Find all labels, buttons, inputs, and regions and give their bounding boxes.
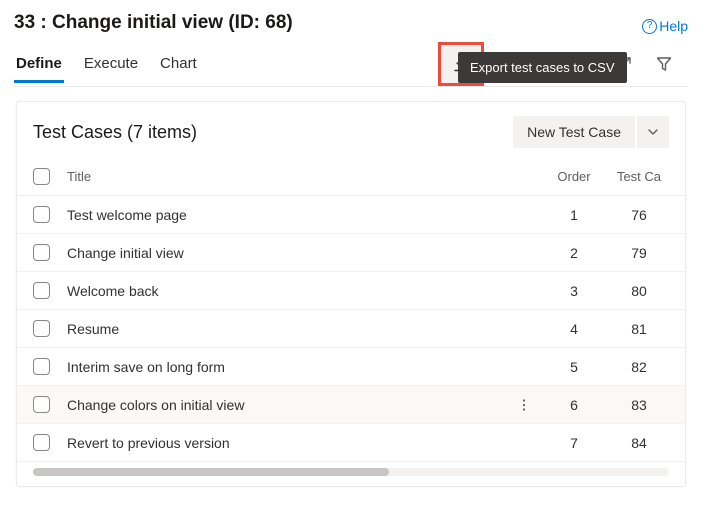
- tab-define[interactable]: Define: [14, 47, 64, 82]
- page-title: 33 : Change initial view (ID: 68): [14, 12, 293, 34]
- export-csv-button[interactable]: [438, 42, 484, 86]
- download-icon: [453, 56, 469, 72]
- row-checkbox[interactable]: [33, 244, 50, 261]
- table-row[interactable]: Resume481: [17, 310, 685, 348]
- row-order: 1: [539, 207, 609, 223]
- help-label: Help: [659, 18, 688, 34]
- row-order: 4: [539, 321, 609, 337]
- row-checkbox[interactable]: [33, 282, 50, 299]
- table-row[interactable]: Revert to previous version784: [17, 424, 685, 462]
- table-row[interactable]: Test welcome page176: [17, 196, 685, 234]
- row-test-case-id: 80: [609, 283, 669, 299]
- row-order: 5: [539, 359, 609, 375]
- row-title: Change colors on initial view: [67, 397, 539, 413]
- test-cases-panel: Test Cases (7 items) New Test Case Title…: [16, 101, 686, 487]
- column-header-testcase[interactable]: Test Ca: [609, 169, 669, 184]
- row-checkbox[interactable]: [33, 320, 50, 337]
- grid-icon: [536, 56, 552, 72]
- row-checkbox[interactable]: [33, 396, 50, 413]
- horizontal-scrollbar-thumb[interactable]: [33, 468, 389, 476]
- row-order: 6: [539, 397, 609, 413]
- row-test-case-id: 79: [609, 245, 669, 261]
- row-order: 7: [539, 435, 609, 451]
- row-checkbox[interactable]: [33, 358, 50, 375]
- filter-button[interactable]: [644, 45, 684, 83]
- select-all-checkbox[interactable]: [33, 168, 50, 185]
- columns-edit-icon: [575, 56, 593, 72]
- row-title: Change initial view: [67, 245, 539, 261]
- row-test-case-id: 76: [609, 207, 669, 223]
- expand-icon: [616, 56, 632, 72]
- row-checkbox[interactable]: [33, 434, 50, 451]
- new-test-case-dropdown[interactable]: [637, 116, 669, 148]
- table-header: Title Order Test Ca: [17, 158, 685, 196]
- row-title: Welcome back: [67, 283, 539, 299]
- filter-icon: [656, 56, 672, 72]
- table-row[interactable]: Welcome back380: [17, 272, 685, 310]
- table-row[interactable]: Change initial view279: [17, 234, 685, 272]
- row-order: 3: [539, 283, 609, 299]
- grid-view-button[interactable]: [524, 45, 564, 83]
- row-title: Revert to previous version: [67, 435, 539, 451]
- tab-execute[interactable]: Execute: [82, 47, 140, 82]
- row-more-button[interactable]: [517, 398, 535, 412]
- row-test-case-id: 81: [609, 321, 669, 337]
- row-title: Interim save on long form: [67, 359, 539, 375]
- row-test-case-id: 84: [609, 435, 669, 451]
- panel-title: Test Cases (7 items): [33, 122, 197, 143]
- tab-chart[interactable]: Chart: [158, 47, 199, 82]
- row-test-case-id: 83: [609, 397, 669, 413]
- table-row[interactable]: Change colors on initial view683: [17, 386, 685, 424]
- help-link[interactable]: ? Help: [642, 18, 688, 34]
- upload-icon: [496, 56, 512, 72]
- row-title: Test welcome page: [67, 207, 539, 223]
- horizontal-scrollbar[interactable]: [33, 468, 669, 476]
- row-checkbox[interactable]: [33, 206, 50, 223]
- table-row[interactable]: Interim save on long form582: [17, 348, 685, 386]
- column-options-button[interactable]: [564, 45, 604, 83]
- fullscreen-button[interactable]: [604, 45, 644, 83]
- new-test-case-button[interactable]: New Test Case: [513, 116, 635, 148]
- help-icon: ?: [642, 19, 657, 34]
- column-header-title[interactable]: Title: [67, 169, 539, 184]
- import-button[interactable]: [484, 45, 524, 83]
- toolbar: [438, 42, 688, 86]
- row-test-case-id: 82: [609, 359, 669, 375]
- chevron-down-icon: [647, 126, 659, 138]
- column-header-order[interactable]: Order: [539, 169, 609, 184]
- row-order: 2: [539, 245, 609, 261]
- row-title: Resume: [67, 321, 539, 337]
- tab-bar: Define Execute Chart: [14, 47, 199, 82]
